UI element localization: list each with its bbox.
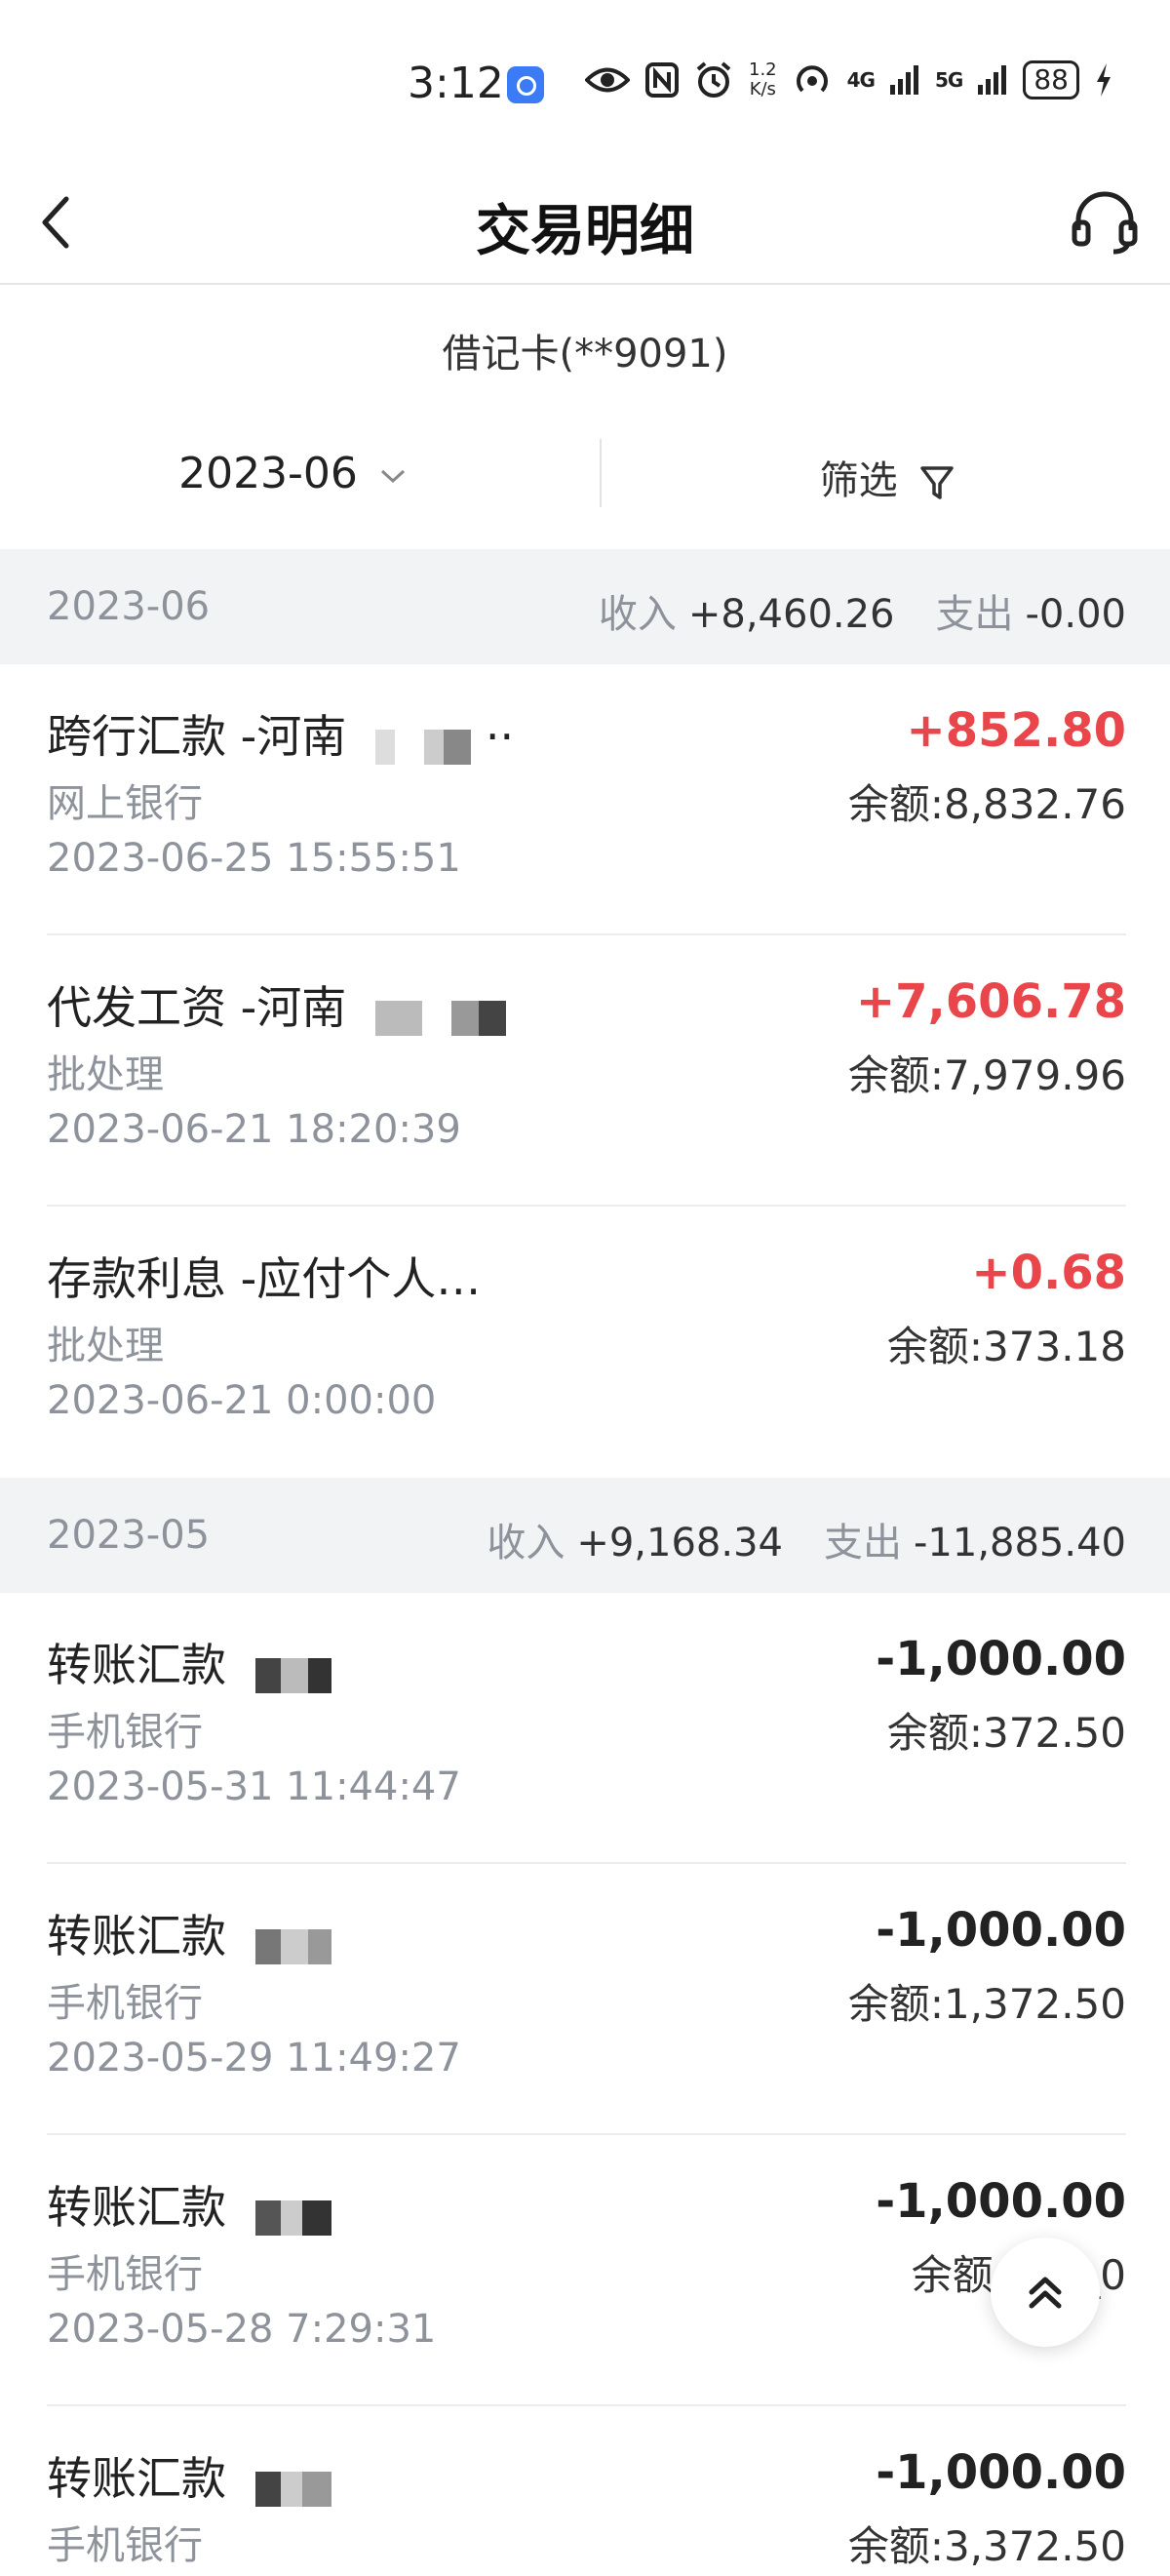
transaction-title: 跨行汇款 -河南 ··: [47, 710, 515, 765]
redacted-mask: [255, 2465, 332, 2507]
eye-icon: [585, 67, 630, 93]
transaction-balance: 余额:3,372.50: [847, 2522, 1126, 2570]
section-summary: 收入 +8,460.26 支出 -0.00: [599, 582, 1126, 639]
transaction-time: 2023-06-21 0:00:00: [47, 1378, 437, 1423]
charging-icon: [1096, 63, 1111, 97]
income-value: +9,168.34: [576, 1521, 783, 1565]
transaction-amount: -1,000.00: [876, 2174, 1126, 2229]
transaction-channel: 手机银行: [47, 1710, 203, 1755]
expense-value: -0.00: [1025, 592, 1127, 637]
status-icons: 1.2 K/s 4G 5G 88: [585, 60, 1112, 99]
transaction-time: 2023-05-28 7:29:31: [47, 2307, 437, 2352]
transaction-time: 2023-06-25 15:55:51: [47, 836, 461, 881]
network-4g: 4G: [846, 68, 876, 92]
nav-bar: 交易明细: [0, 166, 1170, 285]
redacted-mask: [255, 1651, 332, 1693]
transaction-row[interactable]: 转账汇款 -1,000.00 手机银行 余额:1,372.50 2023-05-…: [0, 1864, 1170, 2135]
transaction-amount: -1,000.00: [876, 1903, 1126, 1958]
transaction-time: 2023-05-31 11:44:47: [47, 1764, 461, 1809]
nfc-icon: [645, 62, 679, 98]
redacted-mask: [375, 723, 472, 765]
filter-divider: [600, 439, 602, 507]
redacted-mask: [375, 994, 507, 1036]
transaction-balance: 余额:7,979.96: [847, 1051, 1126, 1099]
back-to-top-button[interactable]: [991, 2238, 1100, 2347]
transaction-balance: 余额:373.18: [886, 1323, 1126, 1370]
filter-label: 筛选: [819, 458, 898, 503]
transaction-title: 代发工资 -河南: [47, 972, 507, 1037]
page-title: 交易明细: [476, 200, 694, 263]
filter-icon: [920, 466, 955, 499]
transaction-title: 转账汇款: [47, 2443, 332, 2508]
transaction-title: 存款利息 -应付个人…: [47, 1252, 482, 1305]
section-month: 2023-06: [47, 584, 211, 629]
signal-icon: [889, 65, 918, 95]
expense-value: -11,885.40: [913, 1521, 1126, 1565]
status-bar: 3:12 1.2 K/s 4G 5G 88: [0, 0, 1170, 166]
transaction-time: 2023-06-21 18:20:39: [47, 1107, 461, 1152]
card-label: 借记卡(**9091): [442, 332, 728, 376]
transaction-channel: 网上银行: [47, 781, 203, 826]
alarm-icon: [696, 61, 731, 98]
transaction-amount: +7,606.78: [855, 974, 1126, 1029]
section-header: 2023-05 收入 +9,168.34 支出 -11,885.40: [0, 1478, 1170, 1593]
expense-label: 支出: [935, 592, 1014, 637]
headset-icon: [1072, 191, 1138, 255]
transaction-title: 转账汇款: [47, 1630, 332, 1694]
transaction-channel: 手机银行: [47, 1981, 203, 2026]
transaction-title: 转账汇款: [47, 2172, 332, 2237]
transaction-balance: 余额:1,372.50: [847, 1980, 1126, 2028]
section-summary: 收入 +9,168.34 支出 -11,885.40: [487, 1511, 1126, 1567]
section-month: 2023-05: [47, 1513, 211, 1558]
income-value: +8,460.26: [687, 592, 895, 637]
customer-service-button[interactable]: [1069, 183, 1141, 261]
notification-icon: [507, 66, 544, 103]
income-label: 收入: [487, 1521, 566, 1565]
section-header: 2023-06 收入 +8,460.26 支出 -0.00: [0, 549, 1170, 664]
transaction-row[interactable]: 转账汇款 -1,000.00 手机银行 余额:372.50 2023-05-31…: [0, 1593, 1170, 1864]
transaction-balance: 余额:372.50: [886, 1709, 1126, 1757]
network-speed: 1.2 K/s: [749, 59, 777, 99]
filter-button[interactable]: 筛选: [604, 449, 1170, 505]
transaction-amount: -1,000.00: [876, 2445, 1126, 2500]
signal-icon: [978, 65, 1007, 95]
double-chevron-up-icon: [1029, 2277, 1062, 2309]
month-value: 2023-06: [178, 449, 358, 498]
transaction-row[interactable]: 存款利息 -应付个人… +0.68 批处理 余额:373.18 2023-06-…: [0, 1207, 1170, 1478]
expense-label: 支出: [823, 1521, 902, 1565]
transaction-title: 转账汇款: [47, 1901, 332, 1965]
transaction-amount: -1,000.00: [876, 1632, 1126, 1686]
filter-bar: 2023-06 筛选: [0, 429, 1170, 527]
transaction-balance: 余额:8,832.76: [847, 780, 1126, 828]
transaction-channel: 手机银行: [47, 2523, 203, 2568]
transaction-row[interactable]: 代发工资 -河南 +7,606.78 批处理 余额:7,979.96 2023-…: [0, 935, 1170, 1207]
month-selector[interactable]: 2023-06: [0, 449, 585, 498]
hotspot-icon: [796, 65, 828, 93]
chevron-down-icon: [380, 469, 405, 484]
transaction-row[interactable]: 转账汇款 -1,000.00 手机银行 余额:3,372.50: [0, 2406, 1170, 2576]
redacted-mask: [255, 1922, 332, 1964]
transaction-channel: 手机银行: [47, 2252, 203, 2297]
network-5g: 5G: [934, 68, 963, 92]
transaction-channel: 批处理: [47, 1324, 164, 1368]
transaction-amount: +0.68: [971, 1246, 1126, 1300]
transaction-channel: 批处理: [47, 1052, 164, 1097]
transaction-time: 2023-05-29 11:49:27: [47, 2036, 461, 2081]
transaction-row[interactable]: 跨行汇款 -河南 ·· +852.80 网上银行 余额:8,832.76 202…: [0, 664, 1170, 935]
status-time: 3:12: [408, 59, 504, 108]
battery-icon: 88: [1023, 60, 1079, 99]
transaction-amount: +852.80: [906, 703, 1126, 758]
redacted-mask: [255, 2194, 332, 2236]
income-label: 收入: [598, 592, 677, 637]
